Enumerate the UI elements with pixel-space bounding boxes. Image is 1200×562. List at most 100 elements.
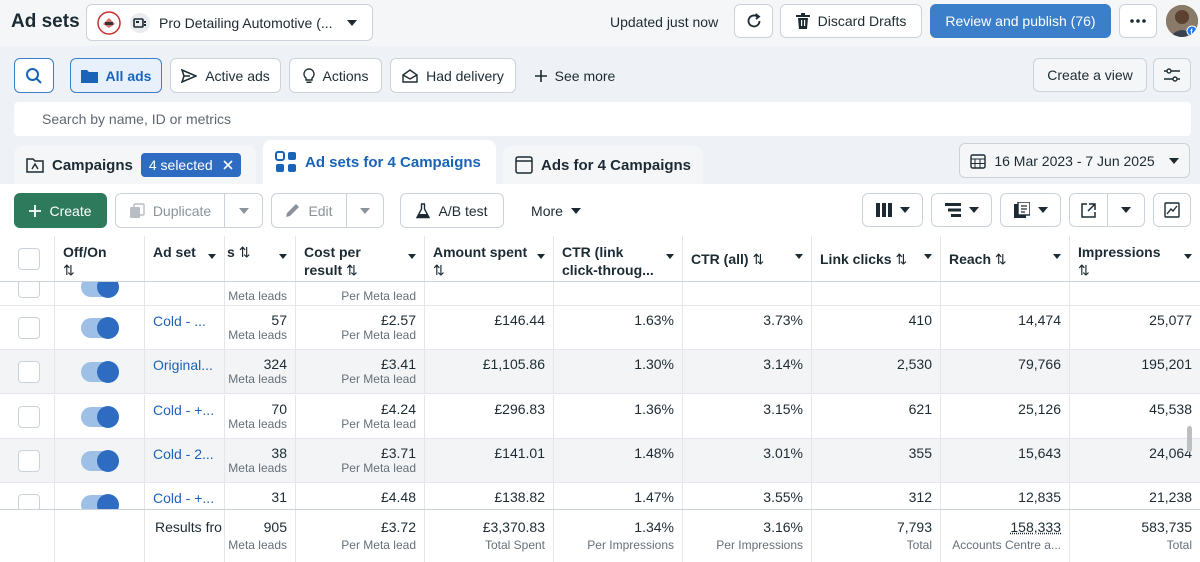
header-cost-per-result[interactable]: Cost per result ⇅ (296, 236, 425, 282)
row-checkbox[interactable] (18, 405, 40, 428)
more-dropdown[interactable]: More (516, 193, 596, 228)
row-checkbox[interactable] (18, 361, 40, 384)
chevron-down-icon[interactable] (666, 254, 674, 259)
ad-set-name-link[interactable]: Original... (153, 357, 213, 373)
had-delivery-filter[interactable]: Had delivery (390, 58, 516, 93)
discard-drafts-button[interactable]: Discard Drafts (780, 4, 922, 38)
active-ads-filter[interactable]: Active ads (170, 58, 281, 93)
cell-cost: £4.48 (296, 483, 425, 510)
grid-icon (275, 151, 297, 173)
sort-icon[interactable]: ⇅ (752, 251, 764, 267)
create-view-button[interactable]: Create a view (1033, 58, 1147, 92)
date-range-picker[interactable]: 16 Mar 2023 - 7 Jun 2025 (959, 143, 1190, 178)
sort-icon[interactable]: ⇅ (63, 261, 136, 279)
reports-button[interactable] (1000, 193, 1061, 227)
on-off-toggle[interactable] (81, 317, 119, 339)
review-and-publish-button[interactable]: Review and publish (76) (930, 4, 1111, 38)
edit-dropdown[interactable] (346, 193, 384, 228)
close-icon[interactable] (223, 160, 233, 170)
header-amount-spent[interactable]: Amount spent ⇅ (425, 236, 554, 282)
header-results[interactable]: s ⇅ (225, 236, 296, 282)
row-checkbox[interactable] (18, 449, 40, 472)
export-dropdown[interactable] (1107, 193, 1145, 227)
chevron-down-icon[interactable] (924, 254, 932, 259)
on-off-toggle[interactable] (81, 282, 119, 298)
header-impressions[interactable]: Impressions ⇅ (1070, 236, 1200, 282)
actions-filter[interactable]: Actions (289, 58, 382, 93)
row-checkbox[interactable] (18, 317, 40, 339)
totals-label-cell: Results fro (145, 510, 225, 562)
refresh-button[interactable] (734, 4, 773, 38)
header-ctr-all[interactable]: CTR (all) ⇅ (683, 236, 812, 282)
chevron-down-icon[interactable] (279, 254, 287, 259)
ad-set-name-link[interactable]: Cold - 2... (153, 446, 214, 462)
export-button[interactable] (1069, 193, 1108, 227)
ab-test-button[interactable]: A/B test (400, 193, 504, 228)
cell-link-clicks: 312 (812, 483, 941, 510)
tab-ad-sets[interactable]: Ad sets for 4 Campaigns (263, 140, 496, 184)
sort-icon[interactable]: ⇅ (895, 251, 907, 267)
totals-reach-value[interactable]: 158,333 (941, 510, 1069, 535)
ad-set-name-link[interactable]: Cold - +... (153, 490, 214, 506)
tab-campaigns-label: Campaigns (52, 156, 133, 174)
sliders-icon (1163, 68, 1181, 82)
calendar-icon (970, 153, 987, 169)
view-settings-button[interactable] (1153, 58, 1191, 92)
row-checkbox[interactable] (18, 494, 40, 510)
totals-spent: £3,370.83 Total Spent (425, 510, 554, 562)
header-reach[interactable]: Reach ⇅ (941, 236, 1070, 282)
header-link-clicks[interactable]: Link clicks ⇅ (812, 236, 941, 282)
ad-set-name-link[interactable]: Cold - ... (153, 313, 206, 329)
on-off-toggle[interactable] (81, 494, 119, 510)
on-off-toggle[interactable] (81, 405, 119, 428)
vertical-scrollbar[interactable] (1187, 426, 1192, 452)
on-off-toggle[interactable] (81, 361, 119, 384)
create-button[interactable]: Create (14, 193, 107, 228)
tab-ads[interactable]: Ads for 4 Campaigns (503, 146, 703, 184)
search-input[interactable] (42, 102, 1142, 136)
header-off-on[interactable]: Off/On ⇅ (55, 236, 145, 282)
columns-button[interactable] (862, 193, 923, 227)
select-all-checkbox[interactable] (18, 248, 40, 270)
account-selector[interactable]: Pro Detailing Automotive (... (86, 4, 373, 41)
search-toggle-button[interactable] (14, 58, 54, 93)
chevron-down-icon[interactable] (795, 254, 803, 259)
sort-icon[interactable]: ⇅ (995, 251, 1007, 267)
totals-reach: 158,333 Accounts Centre a... (941, 510, 1070, 562)
cell-results: 324 Meta leads (225, 350, 296, 395)
selected-badge[interactable]: 4 selected (140, 153, 241, 177)
edit-button[interactable]: Edit (271, 193, 347, 228)
ad-set-name-link[interactable]: Cold - +... (153, 402, 214, 418)
all-ads-filter[interactable]: All ads (70, 58, 162, 93)
cell-cost: £3.41 Per Meta lead (296, 350, 425, 395)
avatar[interactable]: f (1166, 5, 1198, 37)
header-ctr-link[interactable]: CTR (link click-throug... (554, 236, 683, 282)
chevron-down-icon[interactable] (1184, 254, 1192, 259)
row-checkbox[interactable] (18, 282, 40, 298)
sort-icon[interactable]: ⇅ (433, 261, 545, 279)
selected-badge-label: 4 selected (148, 157, 213, 173)
chevron-down-icon[interactable] (408, 254, 416, 259)
cell-ctr-link: 1.47% (554, 483, 683, 510)
chevron-down-icon[interactable] (537, 254, 545, 259)
chevron-down-icon[interactable] (1053, 254, 1061, 259)
plus-icon (29, 204, 42, 217)
cell-impressions-value: 195,201 (1141, 356, 1192, 373)
had-delivery-label: Had delivery (426, 67, 504, 84)
tab-campaigns[interactable]: Campaigns 4 selected (14, 146, 256, 184)
cost-sub: Per Meta lead (341, 289, 416, 303)
charts-button[interactable] (1153, 193, 1191, 227)
cell-ctr-link: 1.48% (554, 438, 683, 483)
duplicate-button[interactable]: Duplicate (115, 193, 225, 228)
on-off-toggle[interactable] (81, 449, 119, 472)
sort-icon[interactable]: ⇅ (346, 262, 358, 278)
sort-icon[interactable]: ⇅ (1078, 261, 1192, 279)
totals-cost-value: £3.72 (380, 519, 416, 535)
more-options-button[interactable] (1119, 4, 1157, 38)
duplicate-dropdown[interactable] (224, 193, 263, 228)
breakdown-button[interactable] (931, 193, 992, 227)
header-ad-set[interactable]: Ad set (145, 236, 225, 282)
see-more-button[interactable]: See more (525, 58, 625, 93)
sort-icon[interactable]: ⇅ (239, 244, 251, 260)
chevron-down-icon[interactable] (208, 254, 216, 259)
